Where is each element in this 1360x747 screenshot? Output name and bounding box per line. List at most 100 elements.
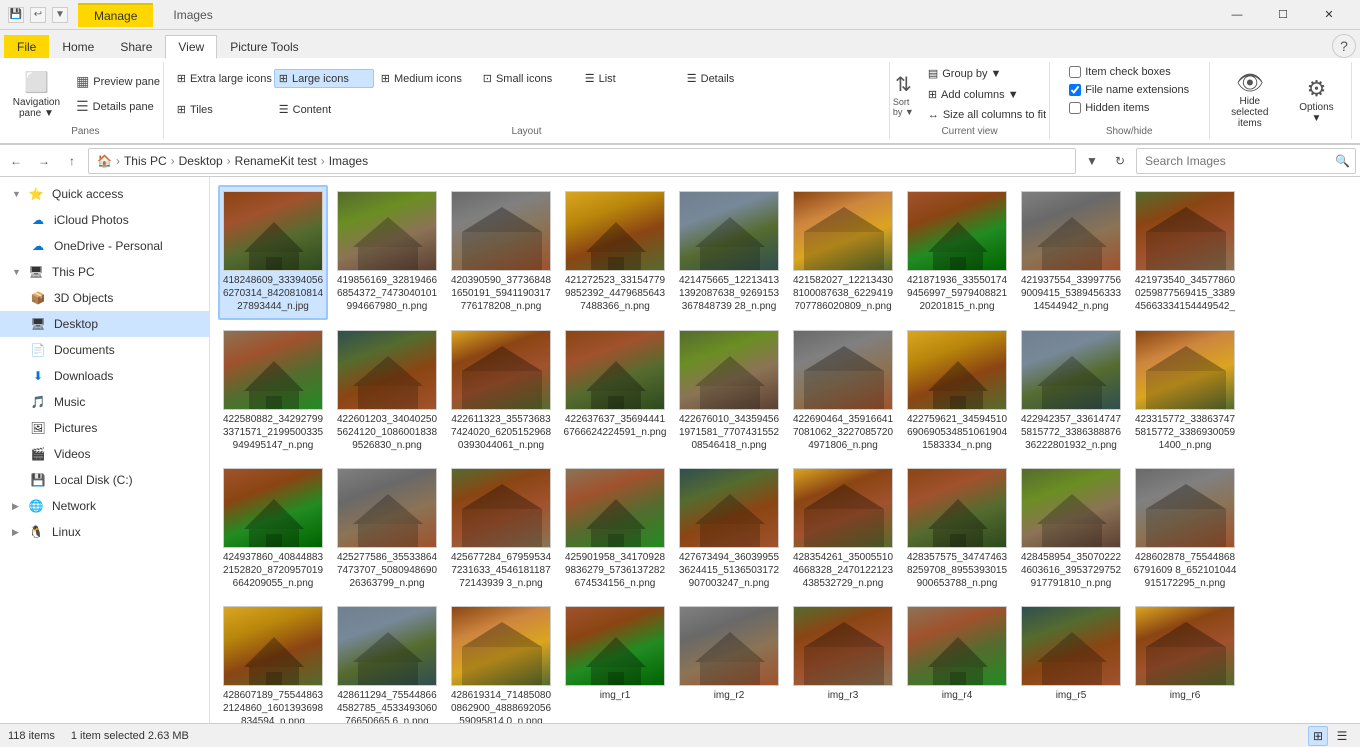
file-item[interactable]: 421272523_331547799852392_44796856437488… [560,185,670,320]
file-item[interactable]: 421475665_122134131392087638_92691533678… [674,185,784,320]
file-item[interactable]: 418248609_333940566270314_84208108142789… [218,185,328,320]
file-item[interactable]: img_r6 [1130,600,1240,723]
file-item[interactable]: 420390590_377368481650191_59411903177761… [446,185,556,320]
address-path[interactable]: 🏠 › This PC › Desktop › RenameKit test ›… [88,148,1076,174]
file-item[interactable]: 428611294_755448664582785_45334930607665… [332,600,442,723]
tab-view[interactable]: View [165,35,217,59]
sidebar-item-linux[interactable]: ▶ 🐧 Linux [0,519,209,545]
file-item[interactable]: img_r3 [788,600,898,723]
size-columns-button[interactable]: ↔ Size all columns to fit [923,106,1051,124]
file-extensions-toggle[interactable]: File name extensions [1065,82,1193,98]
file-item[interactable]: 421582027_122134308100087638_62294197077… [788,185,898,320]
search-input[interactable] [1136,148,1356,174]
maximize-button[interactable]: ☐ [1260,0,1306,30]
file-item[interactable]: 422759621_345945106906905348510619041583… [902,324,1012,458]
list-button[interactable]: ☰ List [580,69,680,88]
sidebar-item-music[interactable]: 🎵 Music [0,389,209,415]
file-item[interactable]: 428354261_350055104668328_24701221234385… [788,462,898,596]
add-columns-button[interactable]: ⊞ Add columns ▼ [923,85,1051,104]
back-button[interactable]: ← [4,149,28,173]
preview-pane-button[interactable]: ▦ Preview pane [71,70,165,93]
minimize-button[interactable]: — [1214,0,1260,30]
sidebar-item-network[interactable]: ▶ 🌐 Network [0,493,209,519]
file-item[interactable]: 421973540_345778600259877569415_33894566… [1130,185,1240,320]
hidden-items-input[interactable] [1069,102,1081,114]
tab-share[interactable]: Share [107,35,165,58]
addr-dropdown-button[interactable]: ▼ [1080,149,1104,173]
path-images[interactable]: Images [329,154,368,168]
file-item[interactable]: 422611323_355736837424020_62051529680393… [446,324,556,458]
sidebar-item-videos[interactable]: 🎬 Videos [0,441,209,467]
sidebar-item-this-pc[interactable]: ▼ 🖥 This PC [0,259,209,285]
file-item[interactable]: 428619314_714850800862900_48886920565909… [446,600,556,723]
file-item[interactable]: 422690464_359166417081062_32270857204971… [788,324,898,458]
sidebar-item-onedrive[interactable]: ☁ OneDrive - Personal [0,233,209,259]
list-view-toggle[interactable]: ☰ [1332,726,1352,746]
options-button[interactable]: ⚙ Options ▼ [1290,71,1343,129]
file-item[interactable]: 422637637_356944416766624224591_n.png [560,324,670,458]
tab-file[interactable]: File [4,35,49,58]
file-item[interactable]: 428607189_755448632124860_16013936988345… [218,600,328,723]
file-item[interactable]: 419856169_328194666854372_74730401019946… [332,185,442,320]
item-checkboxes-toggle[interactable]: Item check boxes [1065,64,1175,80]
undo-icon[interactable]: ↩ [30,7,46,23]
tiles-button[interactable]: ⊞ Tiles [172,100,272,119]
file-item[interactable]: 428458954_350702224603616_39537297529177… [1016,462,1126,596]
path-renamekit[interactable]: RenameKit test [235,154,317,168]
sidebar-item-3d-objects[interactable]: 📦 3D Objects [0,285,209,311]
sidebar-item-documents[interactable]: 📄 Documents [0,337,209,363]
content-button[interactable]: ☰ Content [274,100,374,119]
details-pane-button[interactable]: ☰ Details pane [71,95,165,118]
extra-large-icons-button[interactable]: ⊞ Extra large icons [172,69,272,88]
group-by-button[interactable]: ▤ Group by ▼ [923,64,1051,83]
sidebar-item-downloads[interactable]: ⬇ Downloads [0,363,209,389]
file-item[interactable]: 425901958_341709289836279_57361372826745… [560,462,670,596]
small-icons-button[interactable]: ⊡ Small icons [478,69,578,88]
file-item[interactable]: 421937554_339977569009415_53894563331454… [1016,185,1126,320]
file-item[interactable]: 423315772_338637475815772_33869300591400… [1130,324,1240,458]
tab-picture-tools[interactable]: Picture Tools [217,35,311,58]
file-item[interactable]: 427673494_360399553624415_51365031729070… [674,462,784,596]
hidden-items-toggle[interactable]: Hidden items [1065,100,1153,116]
details-button[interactable]: ☰ Details [682,69,782,88]
file-item[interactable]: 428602878_755448686791609 8_652101044915… [1130,462,1240,596]
file-item[interactable]: 422601203_340402505624120_10860018389526… [332,324,442,458]
forward-button[interactable]: → [32,149,56,173]
item-checkboxes-input[interactable] [1069,66,1081,78]
file-item[interactable]: 422942357_336147475815772_33863888763622… [1016,324,1126,458]
file-item[interactable]: 424937860_408448832152820_87209570196642… [218,462,328,596]
sidebar-item-local-disk[interactable]: 💾 Local Disk (C:) [0,467,209,493]
file-extensions-input[interactable] [1069,84,1081,96]
file-item[interactable]: img_r4 [902,600,1012,723]
medium-icons-button[interactable]: ⊞ Medium icons [376,69,476,88]
file-item[interactable]: 425677284_679595347231633_45461811877214… [446,462,556,596]
manage-tab[interactable]: Manage [78,3,153,27]
large-icons-button[interactable]: ⊞ Large icons [274,69,374,88]
file-item[interactable]: 421871936_335501749456997_59794088212020… [902,185,1012,320]
file-item[interactable]: img_r1 [560,600,670,723]
path-desktop[interactable]: Desktop [179,154,223,168]
file-item[interactable]: 428357575_347474638259708_89553930159006… [902,462,1012,596]
grid-view-toggle[interactable]: ⊞ [1308,726,1328,746]
addr-refresh-button[interactable]: ↻ [1108,149,1132,173]
tab-home[interactable]: Home [49,35,107,58]
up-button[interactable]: ↑ [60,149,84,173]
dropdown-icon[interactable]: ▼ [52,7,68,23]
navigation-pane-button[interactable]: ⬜ Navigationpane ▼ [6,65,67,124]
sort-by-button[interactable]: ⇅ Sortby ▼ [888,69,919,120]
file-item[interactable]: 422580882_342927993371571_21995003359494… [218,324,328,458]
file-item[interactable]: img_r2 [674,600,784,723]
path-thispc[interactable]: This PC [124,154,167,168]
file-content[interactable]: 418248609_333940566270314_84208108142789… [210,177,1360,723]
file-item[interactable]: 422676010_343594561971581_77074315520854… [674,324,784,458]
sidebar-item-pictures[interactable]: 🖼 Pictures [0,415,209,441]
help-button[interactable]: ? [1332,34,1356,58]
sidebar-item-quick-access[interactable]: ▼ ⭐ Quick access [0,181,209,207]
close-button[interactable]: ✕ [1306,0,1352,30]
hide-selected-button[interactable]: 👁 Hide selecteditems [1218,65,1282,134]
sidebar-item-icloud[interactable]: ☁ iCloud Photos [0,207,209,233]
save-icon[interactable]: 💾 [8,7,24,23]
file-item[interactable]: 425277586_355338647473707_50809486902636… [332,462,442,596]
file-item[interactable]: img_r5 [1016,600,1126,723]
sidebar-item-desktop[interactable]: 🖥 Desktop [0,311,209,337]
